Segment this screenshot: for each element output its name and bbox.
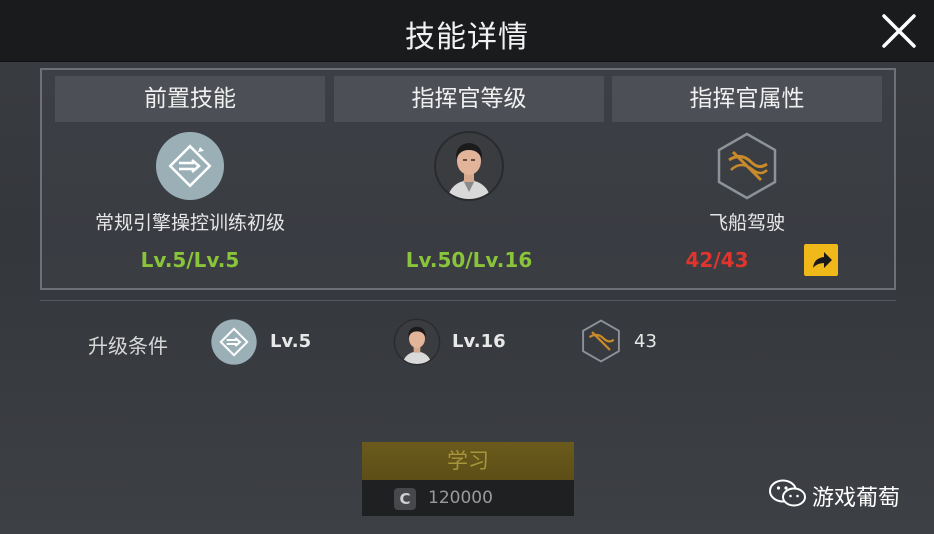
watermark: 游戏葡萄 (768, 478, 900, 511)
col-header-prerequisite-skill: 前置技能 (55, 76, 325, 122)
page-title: 技能详情 (405, 20, 529, 55)
wechat-icon (769, 479, 806, 507)
col-header-commander-attribute: 指挥官属性 (612, 76, 882, 122)
commander-portrait (393, 318, 441, 366)
credit-icon: C (394, 488, 416, 510)
upgrade-conditions-label: 升级条件 (88, 334, 168, 358)
ship-piloting-icon[interactable] (711, 130, 783, 202)
commander-level: Lv.50/Lv.16 (405, 248, 533, 272)
commander-attribute-level: 42/43 (685, 248, 749, 272)
title-bar: 技能详情 (0, 0, 934, 62)
ship-piloting-icon (582, 319, 620, 363)
skill-prerequisites-panel: 前置技能 常规引擎操控训练初级 Lv.5/Lv.5 指挥官等级 Lv.50/Lv… (40, 68, 896, 290)
go-to-attribute-button[interactable] (804, 244, 838, 276)
learn-cost: 120000 (428, 488, 493, 508)
close-icon[interactable] (876, 8, 922, 54)
requirement-attribute-value: 43 (634, 331, 657, 352)
prerequisite-skill-name: 常规引擎操控训练初级 (94, 212, 285, 234)
commander-attribute-name: 飞船驾驶 (708, 212, 785, 234)
requirement-commander-level: Lv.16 (452, 331, 506, 352)
watermark-text: 游戏葡萄 (812, 486, 901, 511)
engine-skill-icon[interactable] (154, 130, 226, 202)
cost-bar: C 120000 (362, 480, 574, 516)
divider (40, 300, 896, 301)
arrow-right-icon (813, 252, 832, 268)
learn-button[interactable]: 学习 (362, 442, 574, 480)
learn-panel: 学习 C 120000 (362, 442, 574, 516)
requirement-skill-level: Lv.5 (270, 331, 312, 352)
prerequisite-skill-level: Lv.5/Lv.5 (140, 248, 240, 272)
col-header-commander-level: 指挥官等级 (334, 76, 604, 122)
commander-portrait[interactable] (433, 130, 505, 202)
engine-skill-icon (211, 319, 257, 365)
